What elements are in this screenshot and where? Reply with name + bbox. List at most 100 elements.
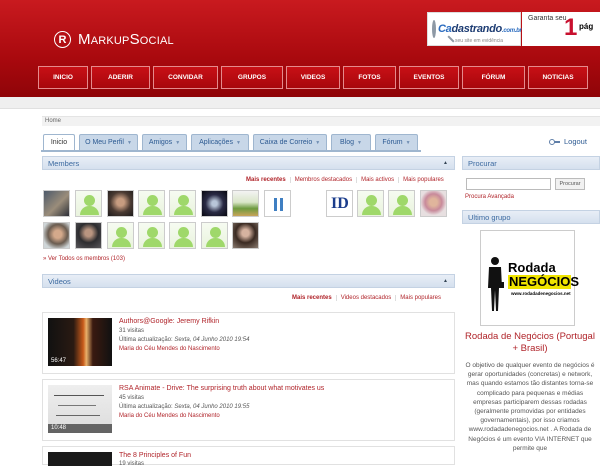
profile-tabs: Inicio O Meu Perfil ▼ Amigos ▼ Aplicações ▼… <box>43 134 422 150</box>
tab-inicio[interactable]: Inicio <box>43 134 75 150</box>
tab-underline <box>41 150 421 152</box>
nav-grupos[interactable]: GRUPOS <box>221 66 283 89</box>
businessman-icon <box>488 257 504 311</box>
video-item: 10:48 RSA Animate - Drive: The surprisin… <box>42 379 455 441</box>
latest-group-header: Ultimo grupo <box>462 210 600 224</box>
video-author[interactable]: Maria do Céu Mendes do Nascimento <box>119 413 220 419</box>
video-item: The 8 Principles of Fun 19 visitas <box>42 446 455 467</box>
main-nav: INICIO ADERIR CONVIDAR GRUPOS VIDEOS FOT… <box>38 66 591 89</box>
dropdown-arrow-icon: ▼ <box>175 139 181 146</box>
garanta-banner[interactable]: Garanta seu 1 pág <box>522 12 600 46</box>
videos-header[interactable]: Videos ▲ <box>42 274 455 288</box>
advanced-search-link[interactable]: Procura Avançada <box>465 194 514 200</box>
nav-forum[interactable]: FÓRUM <box>462 66 525 89</box>
video-thumbnail[interactable] <box>48 452 112 466</box>
member-avatar[interactable] <box>107 222 134 249</box>
search-input[interactable] <box>466 178 551 190</box>
tab-meu-perfil[interactable]: O Meu Perfil ▼ <box>79 134 138 150</box>
nav-fotos[interactable]: FOTOS <box>343 66 396 89</box>
key-icon <box>549 138 560 145</box>
member-avatar[interactable] <box>388 190 415 217</box>
video-title[interactable]: Authors@Google: Jeremy Rifkin <box>119 318 219 325</box>
member-avatar[interactable] <box>75 222 102 249</box>
video-updated: Última actualização: Sexta, 04 Junho 201… <box>119 404 250 410</box>
tab-forum[interactable]: Fórum ▼ <box>375 134 418 150</box>
members-filter: Mais recentes Membros destacados Mais ac… <box>242 177 448 183</box>
video-item: 56:47 Authors@Google: Jeremy Rifkin 31 v… <box>42 312 455 374</box>
member-avatar[interactable] <box>201 222 228 249</box>
collapse-arrow-icon[interactable]: ▲ <box>443 160 448 166</box>
logout-link[interactable]: Logout <box>549 137 587 146</box>
breadcrumb-home[interactable]: Home <box>45 118 61 124</box>
view-all-members-link[interactable]: » Ver Todos os membros (103) <box>43 256 125 262</box>
cadastrando-tagline: seu site em evidência <box>455 38 504 44</box>
nav-convidar[interactable]: CONVIDAR <box>153 66 218 89</box>
videos-popular-link[interactable]: Mais populares <box>395 295 445 301</box>
dropdown-arrow-icon: ▼ <box>126 139 132 146</box>
search-button[interactable]: Procurar <box>555 178 585 190</box>
video-updated: Última actualização: Sexta, 04 Junho 201… <box>119 337 250 343</box>
site-logo[interactable]: R MarkupSocial <box>54 31 174 48</box>
cadastrando-banner[interactable]: Cadastrando.com.br seu site em evidência <box>427 12 522 46</box>
member-avatar[interactable] <box>357 190 384 217</box>
member-avatar[interactable] <box>420 190 447 217</box>
videos-featured-link[interactable]: Videos destacados <box>335 295 396 301</box>
member-avatar[interactable]: ID <box>326 190 353 217</box>
video-duration: 56:47 <box>51 358 67 364</box>
nav-inicio[interactable]: INICIO <box>38 66 88 89</box>
garanta-number: 1 <box>564 14 578 41</box>
member-avatar[interactable] <box>169 190 196 217</box>
garanta-pag: pág <box>579 22 594 31</box>
tab-amigos[interactable]: Amigos ▼ <box>142 134 187 150</box>
video-author[interactable]: Maria do Céu Mendes do Nascimento <box>119 346 220 352</box>
nav-aderir[interactable]: ADERIR <box>91 66 150 89</box>
member-avatar[interactable] <box>107 190 134 217</box>
video-title[interactable]: The 8 Principles of Fun <box>119 452 191 459</box>
video-thumbnail[interactable]: 10:48 <box>48 385 112 433</box>
dropdown-arrow-icon: ▼ <box>405 139 411 146</box>
members-popular-link[interactable]: Mais populares <box>398 177 448 183</box>
garanta-text: Garanta seu <box>528 15 567 22</box>
default-user-icon <box>174 195 193 215</box>
group-name-link[interactable]: Rodada de Negócios (Portugal + Brasil) <box>465 331 595 355</box>
videos-recent-link[interactable]: Mais recentes <box>288 295 336 301</box>
nav-videos[interactable]: VIDEOS <box>286 66 340 89</box>
member-avatar[interactable] <box>232 190 259 217</box>
default-user-icon <box>393 195 412 215</box>
group-description: O objetivo de qualquer evento de negócio… <box>465 362 595 452</box>
video-duration: 10:48 <box>51 425 67 431</box>
member-avatar[interactable] <box>169 222 196 249</box>
member-avatar[interactable] <box>138 222 165 249</box>
member-avatar[interactable] <box>43 222 70 249</box>
videos-filter: Mais recentes Videos destacados Mais pop… <box>288 295 445 301</box>
dropdown-arrow-icon: ▼ <box>357 139 362 146</box>
tab-caixa-correio[interactable]: Caixa de Correio ▼ <box>253 134 327 150</box>
nav-eventos[interactable]: EVENTOS <box>399 66 459 89</box>
dropdown-arrow-icon: ▼ <box>235 139 241 146</box>
logo-text: MarkupSocial <box>78 31 174 48</box>
member-avatar[interactable] <box>75 190 102 217</box>
collapse-arrow-icon[interactable]: ▲ <box>443 278 448 284</box>
group-image[interactable]: Rodada de NEGÓCIOS www.rodadadenegocios.… <box>480 230 579 326</box>
member-avatar[interactable] <box>264 190 291 217</box>
tab-aplicacoes[interactable]: Aplicações ▼ <box>191 134 249 150</box>
video-title[interactable]: RSA Animate - Drive: The surprising trut… <box>119 385 324 392</box>
member-avatar[interactable] <box>138 190 165 217</box>
default-user-icon <box>362 195 381 215</box>
header-subbar <box>0 97 600 109</box>
magnifier-icon <box>432 20 436 38</box>
members-recent-link[interactable]: Mais recentes <box>242 177 290 183</box>
member-avatar[interactable] <box>232 222 259 249</box>
breadcrumb: Home <box>42 116 600 126</box>
tab-blog[interactable]: Blog ▼ <box>331 134 371 150</box>
video-thumbnail[interactable]: 56:47 <box>48 318 112 366</box>
members-featured-link[interactable]: Membros destacados <box>289 177 356 183</box>
nav-noticias[interactable]: NOTICIAS <box>528 66 588 89</box>
search-header: Procurar <box>462 156 600 170</box>
member-avatar[interactable] <box>201 190 228 217</box>
default-user-icon <box>80 195 99 215</box>
members-header[interactable]: Members ▲ <box>42 156 455 170</box>
members-active-link[interactable]: Mais activos <box>356 177 398 183</box>
member-avatar[interactable] <box>43 190 70 217</box>
logo-mark-icon: R <box>54 31 71 48</box>
